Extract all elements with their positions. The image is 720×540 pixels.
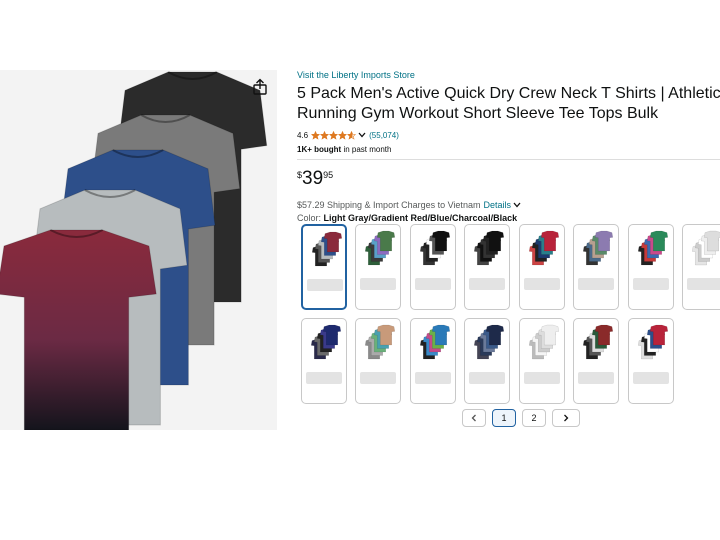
chevron-down-icon[interactable]: [513, 202, 521, 208]
swatch-image: [528, 324, 560, 360]
shipping-details-link[interactable]: Details: [483, 200, 511, 210]
color-swatch[interactable]: [519, 224, 565, 310]
swatch-price-placeholder: [578, 372, 614, 384]
color-swatch[interactable]: [410, 318, 456, 404]
product-title-line2: Running Gym Workout Short Sleeve Tee Top…: [297, 105, 659, 122]
color-swatch[interactable]: [519, 318, 565, 404]
color-selection-label: Color: Light Gray/Gradient Red/Blue/Char…: [297, 213, 720, 223]
color-swatch[interactable]: [355, 224, 401, 310]
swatch-image: [473, 230, 505, 266]
swatch-image: [473, 324, 505, 360]
review-count-link[interactable]: (55,074): [369, 131, 399, 140]
swatch-price-placeholder: [415, 372, 451, 384]
star-icon: [347, 130, 357, 140]
swatch-price-placeholder: [360, 372, 396, 384]
swatch-price-placeholder: [360, 278, 396, 290]
swatch-image: [582, 324, 614, 360]
swatch-price-placeholder: [469, 278, 505, 290]
product-title-line1: 5 Pack Men's Active Quick Dry Crew Neck …: [297, 85, 720, 102]
swatch-image: [637, 324, 669, 360]
color-swatch[interactable]: [410, 224, 456, 310]
page-2-button[interactable]: 2: [522, 409, 546, 427]
color-swatch[interactable]: [301, 318, 347, 404]
color-swatch[interactable]: [301, 224, 347, 310]
previous-page-button[interactable]: [462, 409, 486, 427]
swatch-image: [419, 230, 451, 266]
price: $ 39 95: [297, 168, 720, 192]
star-icon: [329, 130, 339, 140]
star-icon: [311, 130, 321, 140]
product-info: Visit the Liberty Imports Store 5 Pack M…: [297, 70, 720, 223]
color-swatch[interactable]: [682, 224, 720, 310]
swatch-price-placeholder: [578, 278, 614, 290]
star-icon: [320, 130, 330, 140]
swatch-price-placeholder: [469, 372, 505, 384]
swatch-image: [419, 324, 451, 360]
swatch-price-placeholder: [415, 278, 451, 290]
color-swatch[interactable]: [573, 224, 619, 310]
chevron-right-icon: [564, 414, 569, 422]
swatch-image: [364, 324, 396, 360]
page-1-button[interactable]: 1: [492, 409, 516, 427]
swatch-image: [311, 231, 343, 267]
shipping-text: $57.29 Shipping & Import Charges to Viet…: [297, 200, 481, 210]
bought-in-past-month: 1K+ bought in past month: [297, 145, 720, 154]
price-whole: 39: [302, 168, 324, 189]
star-icon: [338, 130, 348, 140]
swatch-image: [582, 230, 614, 266]
color-swatch[interactable]: [573, 318, 619, 404]
product-image-gallery[interactable]: [0, 70, 277, 430]
swatch-image: [310, 324, 342, 360]
swatch-image: [637, 230, 669, 266]
swatch-image: [528, 230, 560, 266]
swatch-image: [364, 230, 396, 266]
swatch-price-placeholder: [306, 372, 342, 384]
next-page-button[interactable]: [552, 409, 580, 427]
bought-suffix: in past month: [341, 145, 392, 154]
rating-value: 4.6: [297, 130, 309, 140]
share-icon[interactable]: [251, 78, 269, 96]
swatch-price-placeholder: [687, 278, 720, 290]
chevron-down-icon[interactable]: [358, 132, 366, 138]
bought-count: 1K+ bought: [297, 145, 342, 154]
shipping-info: $57.29 Shipping & Import Charges to Viet…: [297, 200, 720, 210]
price-fraction: 95: [323, 170, 334, 180]
swatch-price-placeholder: [633, 278, 669, 290]
color-swatch[interactable]: [355, 318, 401, 404]
divider: [297, 159, 720, 160]
selected-color-name: Light Gray/Gradient Red/Blue/Charcoal/Bl…: [323, 213, 518, 223]
product-title: 5 Pack Men's Active Quick Dry Crew Neck …: [297, 84, 720, 124]
color-swatch[interactable]: [628, 318, 674, 404]
swatch-price-placeholder: [633, 372, 669, 384]
swatch-price-placeholder: [307, 279, 343, 291]
star-rating-icon[interactable]: [311, 130, 357, 140]
color-swatch[interactable]: [628, 224, 674, 310]
store-link[interactable]: Visit the Liberty Imports Store: [297, 70, 720, 80]
color-swatch[interactable]: [464, 318, 510, 404]
swatch-price-placeholder: [524, 278, 560, 290]
rating-row: 4.6 (55,074): [297, 129, 720, 141]
swatch-image: [691, 230, 720, 266]
chevron-left-icon: [471, 414, 476, 422]
product-main-image[interactable]: [0, 70, 277, 430]
color-swatch[interactable]: [464, 224, 510, 310]
swatch-price-placeholder: [524, 372, 560, 384]
swatch-pagination: 1 2: [462, 409, 580, 427]
color-label: Color:: [297, 213, 322, 223]
